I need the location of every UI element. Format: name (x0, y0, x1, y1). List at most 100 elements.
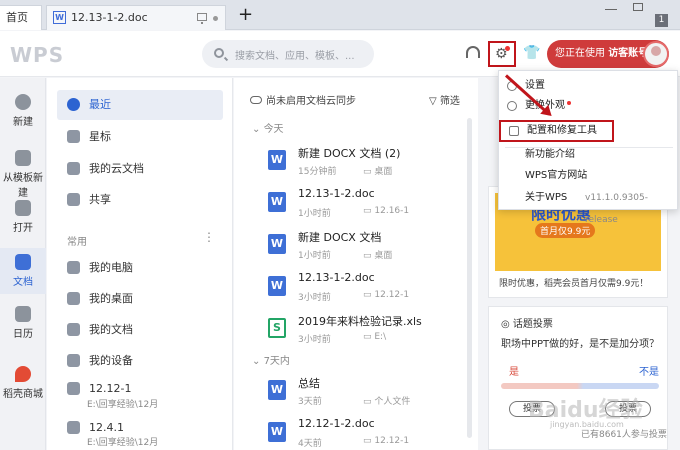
poll-question: 职场中PPT做的好，是不是加分项？ (501, 339, 660, 350)
list-item[interactable]: W 总结 3天前 ▭ 个人文件 (268, 374, 468, 412)
wrench-icon (509, 126, 519, 136)
tab-bar: 首页 W 12.13-1-2.doc + 1 (0, 0, 680, 30)
avatar[interactable] (643, 41, 669, 67)
cloud-sync-status[interactable]: 尚未启用文档云同步 (250, 92, 356, 107)
word-doc-icon: W (268, 380, 286, 400)
left-rail: 新建 从模板新建 打开 文档 日历 稻壳商城 (0, 78, 46, 450)
rail-new[interactable]: 新建 (0, 88, 46, 134)
minimize-icon[interactable] (605, 4, 617, 10)
poll-yes-label: 是 (509, 367, 519, 378)
list-item[interactable]: W 12.13-1-2.doc 3小时前 ▭ 12.12-1 (268, 270, 468, 308)
search-box[interactable]: 搜索文档、应用、模板、... (202, 40, 374, 68)
headset-icon[interactable] (466, 46, 480, 58)
folder-path: E:\回享经验\12月 (87, 400, 159, 410)
location-label: ▭ 个人文件 (363, 397, 411, 407)
section-week[interactable]: ⌄ 7天内 (252, 352, 290, 367)
location-label: ▭ 12.12-1 (363, 290, 410, 300)
filter-button[interactable]: ▽ 筛选 (429, 92, 460, 107)
promo-caption: 限时优惠，稻壳会员首月仅需9.9元！ (499, 279, 649, 289)
sidebar-item-cloud-docs[interactable]: 我的云文档 (57, 154, 223, 184)
monitor-icon[interactable] (197, 13, 207, 24)
search-input[interactable]: 搜索文档、应用、模板、... (235, 47, 355, 62)
folder-path: E:\回享经验\12月 (87, 438, 159, 448)
list-item[interactable]: W 12.12-1-2.doc 4天前 ▭ 12.12-1 (268, 416, 468, 450)
sidebar-item-my-documents[interactable]: 我的文档 (57, 315, 223, 345)
scrollbar[interactable] (467, 118, 472, 438)
menu-item-repair-tool[interactable]: 配置和修复工具 (499, 120, 614, 142)
notification-dot (567, 101, 571, 105)
word-doc-icon: W (268, 150, 286, 170)
skin-shirt-icon[interactable]: 👕 (523, 45, 540, 61)
cloud-icon (250, 96, 262, 104)
filter-icon: ▽ (429, 96, 437, 107)
sidebar: 最近 星标 我的云文档 共享 常用 ⋮ 我的电脑 我的桌面 我的文档 我的设备 … (47, 78, 233, 450)
list-item[interactable]: W 新建 DOCX 文档 (2) 15分钟前 ▭ 桌面 (268, 144, 468, 182)
sidebar-item-my-desktop[interactable]: 我的桌面 (57, 284, 223, 314)
new-tab-button[interactable]: + (238, 5, 253, 25)
share-users-icon (67, 193, 80, 206)
word-doc-icon: W (268, 276, 286, 296)
version-label: v11.1.0.9305-release (585, 193, 648, 225)
wps-logo: WPS (10, 43, 65, 67)
folder-icon (67, 382, 80, 395)
computer-icon (67, 261, 80, 274)
sidebar-item-recent[interactable]: 最近 (57, 90, 223, 120)
section-today[interactable]: ⌄ 今天 (252, 120, 284, 135)
menu-item-official-site[interactable]: WPS官方网站 (499, 165, 679, 187)
list-item[interactable]: S 2019年来料检验记录.xls 3小时前 ▭ E:\ (268, 312, 468, 350)
folder-icon (67, 323, 80, 336)
menu-item-skin[interactable]: 更换外观 (499, 95, 679, 117)
cloud-doc-icon (67, 162, 80, 175)
folder-icon (67, 421, 80, 434)
search-icon (214, 48, 224, 58)
folder-icon (15, 200, 31, 216)
location-label: ▭ 桌面 (363, 167, 393, 177)
word-doc-icon: W (268, 234, 286, 254)
list-item[interactable]: W 新建 DOCX 文档 1小时前 ▭ 桌面 (268, 228, 468, 266)
calendar-icon (15, 306, 31, 322)
desktop-icon (67, 292, 80, 305)
list-item[interactable]: W 12.13-1-2.doc 1小时前 ▭ 12.16-1 (268, 186, 468, 224)
brush-icon (507, 101, 517, 111)
device-icon (67, 354, 80, 367)
star-icon (67, 130, 80, 143)
tab-home[interactable]: 首页 (0, 5, 42, 30)
location-label: ▭ 12.12-1 (363, 436, 410, 446)
sidebar-item-shared[interactable]: 共享 (57, 185, 223, 215)
common-header: 常用 (67, 237, 87, 248)
location-label: ▭ 桌面 (363, 251, 393, 261)
location-label: ▭ E:\ (363, 332, 387, 342)
watermark-url: jingyan.baidu.com (550, 420, 624, 429)
sidebar-item-my-computer[interactable]: 我的电脑 (57, 253, 223, 283)
document-icon (15, 254, 31, 270)
sidebar-item-starred[interactable]: 星标 (57, 122, 223, 152)
word-doc-icon: W (268, 422, 286, 442)
clock-icon (67, 98, 80, 111)
rail-calendar[interactable]: 日历 (0, 300, 46, 346)
maximize-icon[interactable] (633, 3, 643, 11)
tab-document-label: 12.13-1-2.doc (71, 11, 148, 24)
poll-bar (501, 383, 659, 389)
sidebar-item-my-devices[interactable]: 我的设备 (57, 346, 223, 376)
user-prefix: 您正在使用 (555, 48, 605, 59)
more-icon[interactable]: ⋮ (203, 230, 215, 244)
plus-circle-icon (15, 94, 31, 110)
menu-item-about[interactable]: 关于WPS v11.1.0.9305-release (499, 187, 679, 225)
rail-template[interactable]: 从模板新建 (0, 144, 46, 199)
template-icon (15, 150, 31, 166)
file-list: 尚未启用文档云同步 ▽ 筛选 ⌄ 今天 W 新建 DOCX 文档 (2) 15分钟前… (234, 78, 478, 450)
rail-open[interactable]: 打开 (0, 194, 46, 240)
tab-close-dot-icon[interactable] (213, 16, 218, 21)
notification-dot (505, 46, 510, 51)
menu-item-new-features[interactable]: 新功能介绍 (499, 144, 679, 166)
poll-no-label: 不是 (639, 367, 659, 378)
tab-document[interactable]: W 12.13-1-2.doc (46, 5, 226, 30)
rail-documents[interactable]: 文档 (0, 248, 46, 294)
spreadsheet-icon: S (268, 318, 286, 338)
window-count-badge[interactable]: 1 (655, 14, 668, 27)
poll-header: ◎ 话题投票 (501, 319, 553, 330)
settings-button[interactable]: ⚙ (488, 41, 516, 67)
word-doc-icon: W (268, 192, 286, 212)
rail-mall[interactable]: 稻壳商城 (0, 360, 46, 406)
word-doc-icon: W (53, 11, 66, 24)
